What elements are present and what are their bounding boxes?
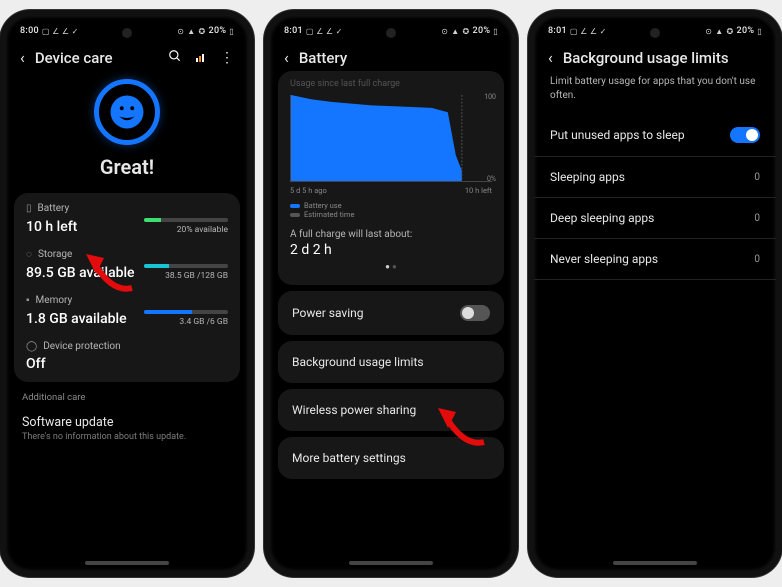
sleeping-apps-label: Sleeping apps xyxy=(550,170,625,184)
additional-care-head: Additional care xyxy=(6,388,248,407)
chart-y-100: 100 xyxy=(484,93,496,101)
back-icon[interactable]: ‹ xyxy=(284,48,289,67)
wifi-icon: ▲ xyxy=(715,27,723,36)
chart-x-start: 5 d 5 h ago xyxy=(290,186,327,195)
legend-estimated: Estimated time xyxy=(304,210,354,219)
estimate-value: 2 d 2 h xyxy=(290,242,492,258)
status-time: 8:00 xyxy=(20,26,39,36)
shield-icon: ◯ xyxy=(26,341,37,352)
chart-x-end: 10 h left xyxy=(465,186,492,195)
protection-value: Off xyxy=(26,356,228,372)
background-usage-limits-row[interactable]: Background usage limits xyxy=(278,341,504,383)
software-update-sub: There's no information about this update… xyxy=(22,432,232,442)
storage-row[interactable]: ◌Storage 89.5 GB available 38.5 GB /128 … xyxy=(26,249,228,281)
estimate-label: A full charge will last about: xyxy=(290,229,492,240)
memory-row[interactable]: ▪Memory 1.8 GB available 3.4 GB /6 GB xyxy=(26,295,228,327)
status-time: 8:01 xyxy=(284,26,303,36)
memory-section-icon: ▪ xyxy=(26,295,30,306)
battery-section-icon: ▯ xyxy=(26,203,32,214)
chart-head-truncated: Usage since last full charge xyxy=(290,79,492,89)
wireless-power-sharing-row[interactable]: Wireless power sharing xyxy=(278,389,504,431)
sleeping-apps-row[interactable]: Sleeping apps 0 xyxy=(534,157,776,198)
status-battery-pct: 20% xyxy=(737,26,755,36)
battery-icon: ▯ xyxy=(493,27,498,36)
status-battery-pct: 20% xyxy=(209,26,227,36)
never-sleeping-apps-value: 0 xyxy=(754,254,760,265)
stats-icon[interactable] xyxy=(196,54,206,62)
wifi-icon: ▲ xyxy=(187,27,195,36)
battery-chart-card[interactable]: Usage since last full charge 100 0% 5 d … xyxy=(278,71,504,285)
background-usage-limits-label: Background usage limits xyxy=(292,355,424,369)
battery-pct-text: 20% available xyxy=(144,225,228,235)
volte-icon: ✪ xyxy=(463,27,470,36)
search-icon[interactable] xyxy=(168,49,182,66)
page-title: Device care xyxy=(35,49,158,67)
volte-icon: ✪ xyxy=(199,27,206,36)
storage-value: 89.5 GB available xyxy=(26,265,135,281)
status-time: 8:01 xyxy=(548,26,567,36)
wireless-power-sharing-label: Wireless power sharing xyxy=(292,403,416,417)
memory-pct-text: 3.4 GB /6 GB xyxy=(144,317,228,327)
status-icons-left: ▢ ∠ ∠ ✓ xyxy=(42,27,79,36)
software-update-title: Software update xyxy=(22,415,232,430)
alarm-icon: ⊙ xyxy=(705,27,712,36)
volte-icon: ✪ xyxy=(727,27,734,36)
legend-battery-use: Battery use xyxy=(304,201,342,210)
status-icons-left: ▢ ∠ ∠ ✓ xyxy=(306,27,343,36)
more-icon[interactable]: ⋮ xyxy=(220,50,234,66)
hero-status: Great! xyxy=(6,155,248,179)
nav-handle[interactable] xyxy=(85,561,169,565)
alarm-icon: ⊙ xyxy=(441,27,448,36)
power-saving-label: Power saving xyxy=(292,306,364,320)
sleep-toggle[interactable] xyxy=(730,127,760,143)
more-battery-settings-label: More battery settings xyxy=(292,451,406,465)
memory-value: 1.8 GB available xyxy=(26,311,127,327)
sleeping-apps-value: 0 xyxy=(754,172,760,183)
deep-sleeping-apps-label: Deep sleeping apps xyxy=(550,211,654,225)
status-face-icon xyxy=(94,79,160,145)
alarm-icon: ⊙ xyxy=(177,27,184,36)
device-stats-card: ▯Battery 10 h left 20% available ◌Storag… xyxy=(14,193,240,382)
page-description: Limit battery usage for apps that you do… xyxy=(534,71,776,114)
power-saving-row[interactable]: Power saving xyxy=(278,291,504,335)
status-icons-left: ▢ ∠ ∠ ✓ xyxy=(570,27,607,36)
nav-handle[interactable] xyxy=(349,561,433,565)
storage-pct-text: 38.5 GB /128 GB xyxy=(144,271,228,281)
storage-section-icon: ◌ xyxy=(26,249,32,260)
back-icon[interactable]: ‹ xyxy=(20,48,25,67)
wifi-icon: ▲ xyxy=(451,27,459,36)
back-icon[interactable]: ‹ xyxy=(548,48,553,67)
never-sleeping-apps-label: Never sleeping apps xyxy=(550,252,658,266)
battery-chart: 100 0% xyxy=(290,95,492,182)
chart-y-0: 0% xyxy=(487,175,496,183)
power-saving-toggle[interactable] xyxy=(460,305,490,321)
battery-row[interactable]: ▯Battery 10 h left 20% available xyxy=(26,203,228,235)
protection-row[interactable]: ◯Device protection Off xyxy=(26,341,228,372)
more-battery-settings-row[interactable]: More battery settings xyxy=(278,437,504,479)
sleep-toggle-row[interactable]: Put unused apps to sleep xyxy=(534,114,776,157)
page-title: Battery xyxy=(299,49,498,67)
page-title: Background usage limits xyxy=(563,49,762,67)
deep-sleeping-apps-row[interactable]: Deep sleeping apps 0 xyxy=(534,198,776,239)
battery-value: 10 h left xyxy=(26,219,77,235)
software-update-row[interactable]: Software update There's no information a… xyxy=(6,407,248,450)
status-battery-pct: 20% xyxy=(473,26,491,36)
sleep-toggle-label: Put unused apps to sleep xyxy=(550,128,685,142)
nav-handle[interactable] xyxy=(613,561,697,565)
battery-icon: ▯ xyxy=(229,27,234,36)
never-sleeping-apps-row[interactable]: Never sleeping apps 0 xyxy=(534,239,776,280)
deep-sleeping-apps-value: 0 xyxy=(754,213,760,224)
page-dots[interactable]: ● ● xyxy=(290,262,492,271)
battery-icon: ▯ xyxy=(757,27,762,36)
